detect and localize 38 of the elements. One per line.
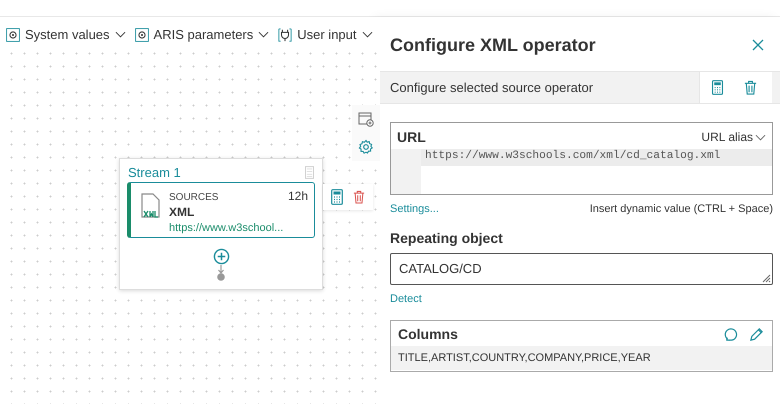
panel-title: Configure XML operator [390, 34, 596, 56]
columns-value: TITLE,ARTIST,COUNTRY,COMPANY,PRICE,YEAR [398, 352, 651, 364]
add-icon[interactable] [212, 248, 230, 265]
url-alias-dropdown[interactable]: URL alias [701, 130, 766, 144]
settings-icon[interactable] [358, 139, 374, 155]
url-label: URL [397, 129, 426, 145]
toolbar-dropdown[interactable]: User input [278, 27, 372, 42]
chevron-down-icon [755, 134, 766, 140]
calculator-icon[interactable] [710, 80, 725, 95]
trash-icon[interactable] [353, 189, 365, 205]
chevron-down-icon [258, 31, 270, 38]
panel-subtitle: Configure selected source operator [390, 80, 594, 95]
operator-card[interactable]: SOURCES 12h XML https://www.w3school... [127, 182, 315, 238]
calculator-icon[interactable] [331, 189, 343, 205]
add-window-icon[interactable] [358, 111, 374, 127]
stream-title: Stream 1 [128, 165, 181, 180]
line-number-gutter [391, 149, 421, 194]
xml-file-icon [139, 193, 161, 219]
repeating-object-field[interactable]: CATALOG/CD [390, 253, 773, 285]
plug-icon [278, 28, 292, 42]
close-icon[interactable] [752, 39, 764, 51]
settings-link[interactable]: Settings... [390, 203, 439, 215]
operator-category: SOURCES [169, 192, 218, 203]
detect-link[interactable]: Detect [390, 293, 773, 305]
chevron-down-icon [114, 31, 126, 38]
dynamic-value-hint: Insert dynamic value (CTRL + Space) [590, 203, 773, 215]
resize-grip-icon[interactable] [761, 273, 771, 283]
trash-icon[interactable] [743, 80, 758, 95]
toolbar-dropdown[interactable]: ARIS parameters [134, 27, 270, 42]
pencil-icon[interactable] [749, 326, 764, 342]
chevron-down-icon [362, 31, 372, 38]
connector-endpoint-drawing [216, 265, 226, 281]
operator-url: https://www.w3school... [169, 222, 284, 234]
columns-label: Columns [398, 326, 458, 342]
toolbar-dropdown[interactable]: System values [6, 27, 126, 42]
schedule-label: 12h [288, 189, 308, 203]
repeating-object-label: Repeating object [390, 230, 504, 246]
operator-name: XML [169, 205, 196, 219]
